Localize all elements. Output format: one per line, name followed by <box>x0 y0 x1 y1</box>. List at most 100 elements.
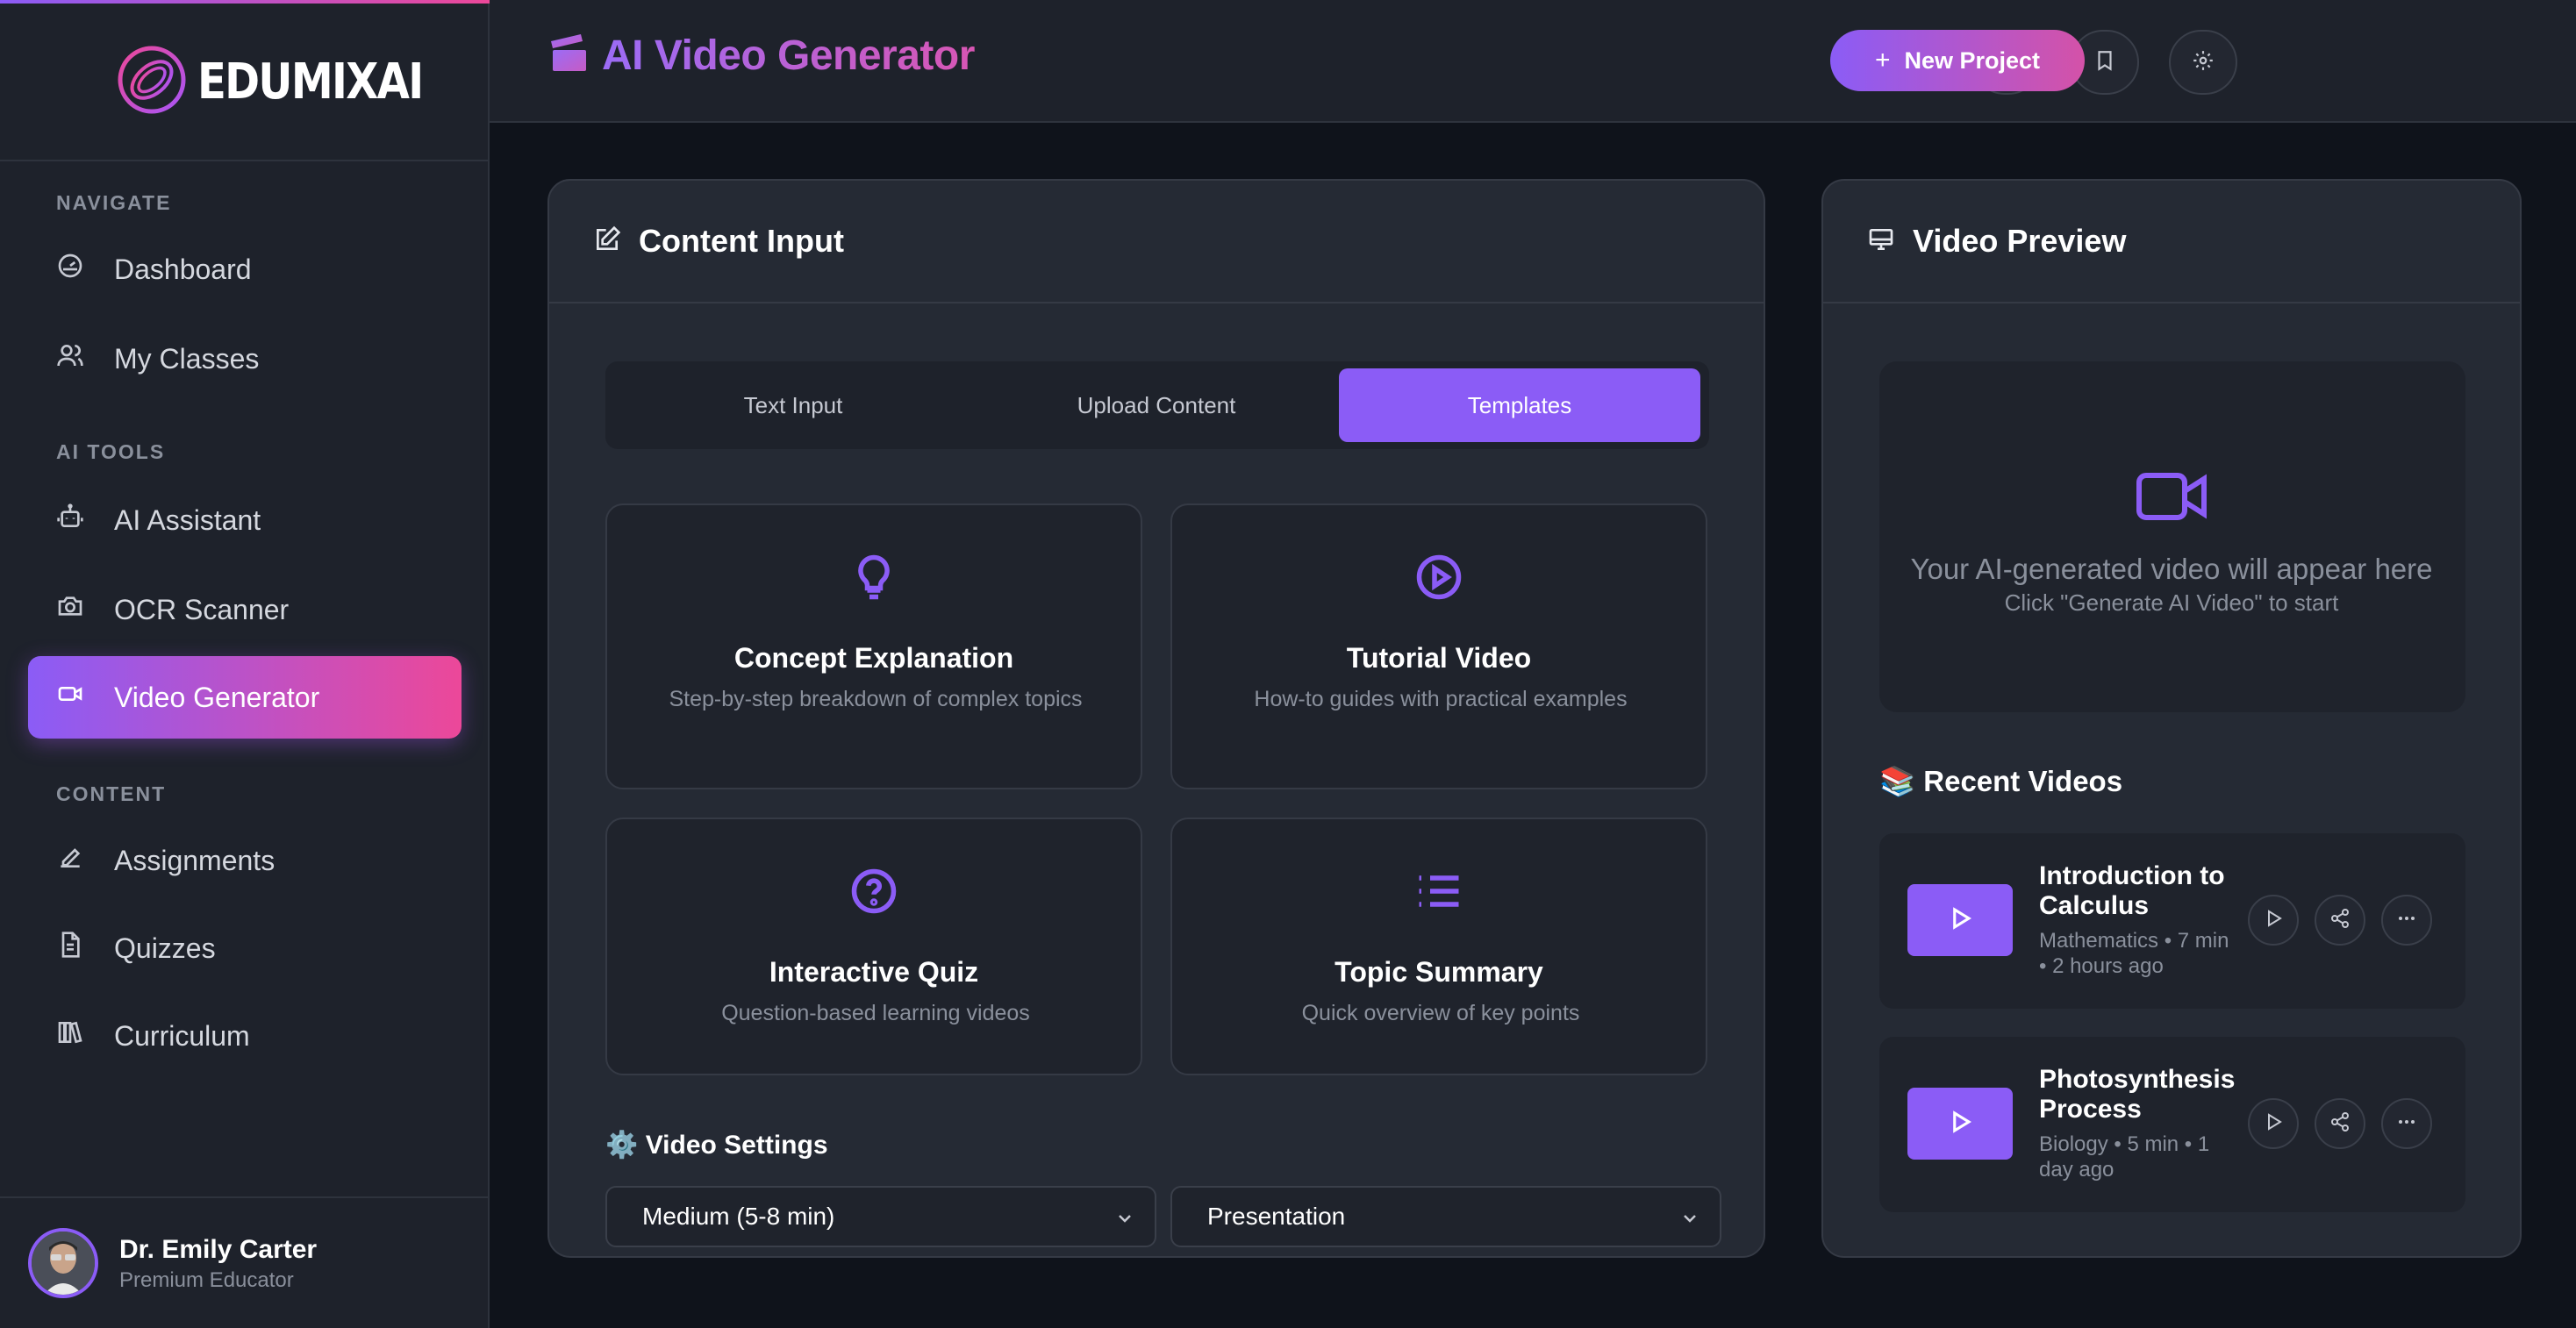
more-button[interactable] <box>2381 1098 2432 1149</box>
monitor-icon <box>1867 225 1895 258</box>
template-description: Quick overview of key points <box>1301 1001 1580 1025</box>
sidebar-item-label: OCR Scanner <box>114 593 290 625</box>
tab-templates[interactable]: Templates <box>1339 368 1700 442</box>
section-label-ai-tools: AI TOOLS <box>56 440 166 463</box>
user-role: Premium Educator <box>119 1268 294 1292</box>
page-title-text: AI Video Generator <box>602 32 975 79</box>
video-meta: Biology • 5 min • 1 <box>2039 1132 2210 1156</box>
new-project-button[interactable]: + New Project <box>1830 30 2085 91</box>
duration-select[interactable]: Medium (5-8 min) <box>605 1186 1156 1247</box>
gauge-icon <box>56 252 84 287</box>
sidebar-item-video-generator[interactable]: Video Generator <box>28 656 462 739</box>
template-title: Concept Explanation <box>733 642 1014 674</box>
share-button[interactable] <box>2315 895 2365 946</box>
chevron-down-icon <box>1679 1207 1700 1235</box>
video-title: Introduction to Calculus <box>2039 861 2225 920</box>
brand-name: EDUMIXAI <box>197 53 424 111</box>
content-input-header: Content Input <box>549 181 1764 303</box>
template-card-tutorial-video[interactable]: Tutorial Video How-to guides with practi… <box>1170 503 1707 789</box>
video-preview-title: Video Preview <box>1913 223 2127 259</box>
pencil-icon <box>56 843 84 878</box>
style-select[interactable]: Presentation <box>1170 1186 1721 1247</box>
plus-icon: + <box>1874 46 1891 75</box>
more-button[interactable] <box>2381 895 2432 946</box>
video-meta: Mathematics • 7 min <box>2039 929 2229 953</box>
style-value: Presentation <box>1207 1203 1346 1230</box>
play-button[interactable] <box>2248 1098 2299 1149</box>
template-title: Topic Summary <box>1335 956 1543 988</box>
tab-text-input[interactable]: Text Input <box>612 368 974 442</box>
user-name: Dr. Emily Carter <box>119 1235 318 1264</box>
recent-video-item[interactable]: Introduction to Calculus Mathematics • 7… <box>1879 833 2465 1009</box>
duration-value: Medium (5-8 min) <box>642 1203 835 1230</box>
avatar[interactable] <box>28 1228 98 1298</box>
template-title: Interactive Quiz <box>769 956 979 988</box>
section-label-navigate: NAVIGATE <box>56 191 172 214</box>
template-description: How-to guides with practical examples <box>1254 687 1628 711</box>
template-card-interactive-quiz[interactable]: Interactive Quiz Question-based learning… <box>605 818 1142 1075</box>
play-button[interactable] <box>2248 895 2299 946</box>
settings-button[interactable] <box>2169 30 2237 95</box>
sidebar-item-label: Assignments <box>114 844 275 876</box>
chevron-down-icon <box>1114 1207 1135 1235</box>
clapperboard-icon <box>547 32 590 79</box>
template-description: Step-by-step breakdown of complex topics <box>669 687 1083 711</box>
top-header: AI Video Generator + New Project <box>490 0 2576 123</box>
sidebar-item-quizzes[interactable]: Quizzes <box>28 907 462 989</box>
sidebar-item-label: AI Assistant <box>114 503 261 536</box>
video-meta-time: • 2 hours ago <box>2039 954 2164 978</box>
sidebar-item-curriculum[interactable]: Curriculum <box>28 995 462 1077</box>
sidebar-item-label: Curriculum <box>114 1019 250 1052</box>
user-profile[interactable]: Dr. Emily Carter Premium Educator <box>0 1196 488 1328</box>
template-title: Tutorial Video <box>1346 642 1532 674</box>
sidebar-item-ocr-scanner[interactable]: OCR Scanner <box>28 568 462 651</box>
template-description: Question-based learning videos <box>721 1001 1030 1025</box>
content-input-title: Content Input <box>639 223 844 259</box>
gear-icon <box>2192 49 2215 76</box>
camera-icon <box>56 592 84 627</box>
sidebar: EDUMIXAI NAVIGATE Dashboard My Classes A… <box>0 0 490 1328</box>
input-tabs: Text Input Upload Content Templates <box>605 361 1709 449</box>
sidebar-item-ai-assistant[interactable]: AI Assistant <box>28 479 462 561</box>
edit-icon <box>593 225 621 258</box>
template-card-concept-explanation[interactable]: Concept Explanation Step-by-step breakdo… <box>605 503 1142 789</box>
sidebar-item-label: Dashboard <box>114 253 252 285</box>
video-icon <box>56 680 84 715</box>
share-button[interactable] <box>2315 1098 2365 1149</box>
video-thumbnail[interactable] <box>1907 884 2013 956</box>
play-icon <box>1947 905 1973 936</box>
list-icon <box>1172 865 1706 917</box>
sidebar-item-label: Video Generator <box>114 681 320 713</box>
lightbulb-icon <box>607 551 1141 603</box>
preview-placeholder-text: Your AI-generated video will appear here <box>1910 553 2433 585</box>
sidebar-item-assignments[interactable]: Assignments <box>28 819 462 902</box>
video-thumbnail[interactable] <box>1907 1088 2013 1160</box>
new-project-label: New Project <box>1904 46 2041 74</box>
play-icon <box>2263 1111 2284 1137</box>
sidebar-item-my-classes[interactable]: My Classes <box>28 318 462 400</box>
tab-upload-content[interactable]: Upload Content <box>976 368 1337 442</box>
page-title: AI Video Generator <box>547 32 975 80</box>
video-preview-header: Video Preview <box>1823 181 2520 303</box>
video-preview-panel: Video Preview Your AI-generated video wi… <box>1821 179 2522 1258</box>
recent-video-item[interactable]: Photosynthesis Process Biology • 5 min •… <box>1879 1037 2465 1212</box>
video-preview-area <box>1879 361 2465 712</box>
sidebar-item-dashboard[interactable]: Dashboard <box>28 228 462 311</box>
video-camera-icon <box>1879 470 2465 523</box>
video-settings-heading: ⚙️ Video Settings <box>605 1131 828 1160</box>
users-icon <box>56 341 84 376</box>
more-icon <box>2396 1111 2417 1137</box>
template-card-topic-summary[interactable]: Topic Summary Quick overview of key poin… <box>1170 818 1707 1075</box>
video-meta-time: day ago <box>2039 1158 2114 1182</box>
logo-swirl-icon <box>115 43 189 121</box>
section-label-content: CONTENT <box>56 782 167 805</box>
brand-logo[interactable]: EDUMIXAI <box>0 4 488 161</box>
more-icon <box>2396 908 2417 933</box>
play-circle-icon <box>1172 551 1706 603</box>
recent-videos-heading: 📚 Recent Videos <box>1879 765 2123 797</box>
books-icon <box>56 1018 84 1053</box>
bookmark-icon <box>2093 49 2116 76</box>
share-icon <box>2329 1111 2351 1137</box>
play-icon <box>2263 908 2284 933</box>
document-icon <box>56 931 84 966</box>
